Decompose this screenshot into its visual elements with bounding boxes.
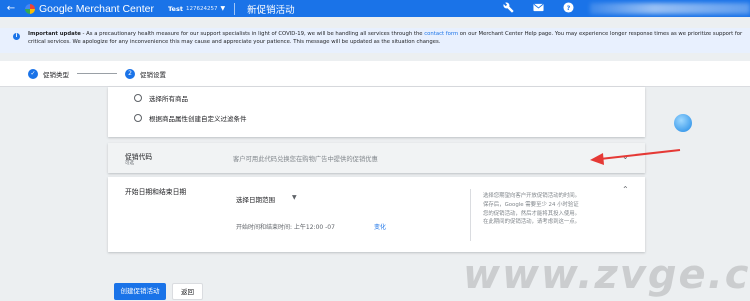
step-number: 2 [125,68,135,79]
caret-down-icon: ▼ [220,5,226,12]
radio-all-products[interactable]: 选择所有商品 [134,93,188,103]
create-promotion-button[interactable]: 创建促销活动 [114,283,166,300]
page-title: 新促销活动 [247,4,295,16]
google-logo [25,3,35,14]
dates-section: 开始日期和结束日期 选择日期范围 ▼ 开始时间和结束时间: 上午12:00 -0… [108,177,645,252]
stepper: ✓ 促销类型 2 促销设置 [0,61,750,87]
arrow-back-icon[interactable]: ← [0,3,22,14]
step-connector [77,73,117,74]
radio-label: 选择所有商品 [149,95,188,103]
contact-form-link[interactable]: contact form [424,31,458,37]
check-icon: ✓ [28,68,38,79]
chevron-up-icon[interactable]: ⌃ [622,185,629,194]
floating-assistant-icon[interactable] [674,114,692,132]
divider [470,189,471,241]
app-name: Google Merchant Center [39,2,154,15]
date-range-select[interactable]: 选择日期范围 [236,194,275,204]
promo-code-description: 客户可用此代码兑换您在购物广告中提供的促销优惠 [233,156,378,163]
caret-down-icon[interactable]: ▼ [292,194,297,201]
covid-update-banner: i Important update - As a precautionary … [0,28,750,53]
account-name: Test [167,4,183,13]
banner-text-1: - As a precautionary health measure for … [80,31,425,37]
mail-icon[interactable] [533,3,544,15]
back-button[interactable]: 返回 [172,283,203,300]
change-time-link[interactable]: 变化 [374,222,386,231]
step-promotion-type[interactable]: 促销类型 [43,69,69,79]
promo-code-optional: 可选 [125,161,134,166]
account-id: 127624257 [185,5,218,12]
app-bar: ← Google Merchant Center Test 127624257 … [0,0,750,17]
dates-title: 开始日期和结束日期 [125,188,187,196]
watermark: www.zvge.cn [463,252,750,298]
chevron-down-icon[interactable]: ⌄ [622,152,629,161]
radio-button[interactable] [134,94,142,102]
radio-custom-filter[interactable]: 根据商品属性创建自定义过滤条件 [134,113,247,123]
help-icon[interactable]: ? [563,1,574,16]
blurred-account-area [590,3,750,14]
dates-help-text: 选择您期望向客户开放促销活动的时间。保存后，Google 需要至少 24 小时验… [483,193,581,226]
divider [234,2,236,15]
step-promotion-settings: 促销设置 [140,70,166,79]
radio-label: 根据商品属性创建自定义过滤条件 [149,115,247,123]
products-card [108,87,645,137]
info-icon: i [13,33,20,40]
radio-button[interactable] [134,114,142,122]
svg-text:?: ? [567,3,571,11]
wrench-icon[interactable] [503,2,514,16]
banner-title: Important update [28,31,81,37]
account-switcher[interactable]: Test 127624257 ▼ [168,5,225,13]
promo-code-section[interactable]: 促销代码 可选 客户可用此代码兑换您在购物广告中提供的促销优惠 ⌄ [108,143,645,173]
time-range-label: 开始时间和结束时间: 上午12:00 -07 [236,224,335,231]
